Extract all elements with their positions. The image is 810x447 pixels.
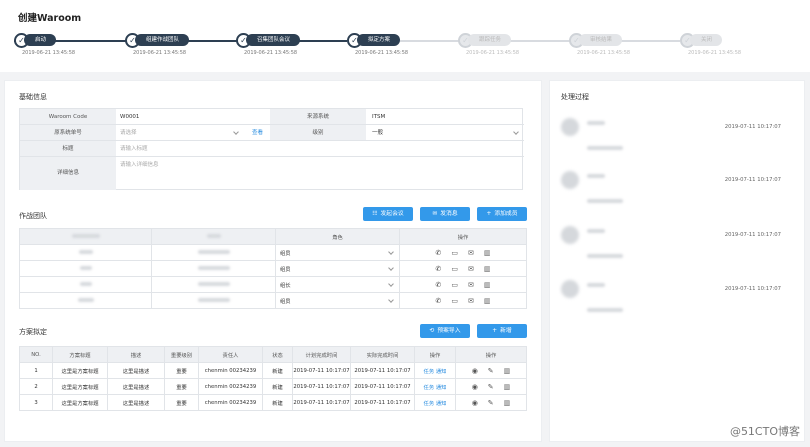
phone-icon[interactable]: ✆ — [436, 265, 442, 273]
edit-icon[interactable]: ✎ — [488, 399, 494, 407]
phone-icon[interactable]: ✆ — [436, 281, 442, 289]
notify-link[interactable]: 通知 — [436, 401, 447, 407]
task-link[interactable]: 任务 — [424, 401, 435, 407]
trash-icon[interactable]: ▥ — [484, 297, 491, 305]
detail-textarea[interactable]: 请输入详细信息 — [120, 157, 520, 190]
code-label: Waroom Code — [20, 109, 116, 124]
start-meeting-button[interactable]: ☷ 发起会议 — [363, 207, 413, 221]
chevron-down-icon — [233, 129, 239, 135]
step-7[interactable]: ✓ 关闭 2019-06-21 13:45:58 — [680, 33, 791, 63]
mail-icon[interactable]: ✉ — [468, 297, 474, 305]
plan-table: NO. 方案标题 描述 重要级别 责任人 状态 计划完成时间 实际完成时间 操作… — [19, 346, 527, 411]
table-row: 组员 ✆ ▭ ✉ ▥ — [19, 260, 527, 277]
trash-icon[interactable]: ▥ — [484, 281, 491, 289]
table-row: 组长 ✆ ▭ ✉ ▥ — [19, 276, 527, 293]
step-1[interactable]: ✓ 启动 2019-06-21 13:45:58 — [14, 33, 125, 63]
progress-steps: ✓ 启动 2019-06-21 13:45:58 ✓ 组建作战团队 2019-06-21… — [14, 33, 804, 63]
team-table: 角色 操作 组员 ✆ ▭ ✉ ▥ 组员 ✆ ▭ ✉ ▥ 组长 ✆ ▭ ✉ ▥ 组员 ✆ ▭ ✉ ▥ — [19, 228, 527, 309]
detail-label: 详细信息 — [20, 157, 116, 190]
new-plan-button[interactable]: + 新增 — [477, 324, 527, 338]
chevron-down-icon — [388, 249, 394, 255]
process-panel — [549, 80, 805, 442]
title-input[interactable]: 请输入标题 — [120, 141, 520, 156]
section-basic-info: 基础信息 — [19, 93, 47, 101]
edit-icon[interactable]: ✎ — [488, 383, 494, 391]
section-team: 作战团队 — [19, 212, 47, 220]
notify-link[interactable]: 通知 — [436, 369, 447, 375]
level-label: 级别 — [270, 125, 366, 140]
message-icon[interactable]: ▭ — [451, 265, 458, 273]
trash-icon[interactable]: ▥ — [504, 383, 511, 391]
basic-info-form: Waroom Code W0001 来源系统 ITSM 原系统单号 请选择 查看… — [19, 108, 524, 190]
message-icon[interactable]: ▭ — [451, 297, 458, 305]
avatar — [561, 118, 579, 136]
import-icon: ⟲ — [429, 328, 435, 334]
task-link[interactable]: 任务 — [424, 385, 435, 391]
role-select[interactable]: 组长 — [275, 276, 400, 293]
orig-no-label: 原系统单号 — [20, 125, 116, 140]
view-icon[interactable]: ◉ — [472, 399, 478, 407]
notify-link[interactable]: 通知 — [436, 385, 447, 391]
header: 创建Waroom ✓ 启动 2019-06-21 13:45:58 ✓ 组建作战团队 2… — [0, 0, 810, 72]
avatar — [561, 226, 579, 244]
trash-icon[interactable]: ▥ — [504, 367, 511, 375]
view-icon[interactable]: ◉ — [472, 383, 478, 391]
table-row: 3 这里是方案标题 这里是描述 重要 chenmin 00234239 新建 2019-07… — [19, 394, 527, 411]
step-4[interactable]: ✓ 拟定方案 2019-06-21 13:45:58 — [347, 33, 458, 63]
step-3[interactable]: ✓ 召集团队会议 2019-06-21 13:45:58 — [236, 33, 347, 63]
avatar — [561, 280, 579, 298]
table-row: 组员 ✆ ▭ ✉ ▥ — [19, 244, 527, 261]
users-icon: ☷ — [372, 211, 378, 217]
edit-icon[interactable]: ✎ — [488, 367, 494, 375]
role-select[interactable]: 组员 — [275, 260, 400, 277]
source-value: ITSM — [372, 114, 386, 120]
table-row: 组员 ✆ ▭ ✉ ▥ — [19, 292, 527, 309]
import-plan-button[interactable]: ⟲ 预案导入 — [420, 324, 470, 338]
task-link[interactable]: 任务 — [424, 369, 435, 375]
mail-icon[interactable]: ✉ — [468, 281, 474, 289]
table-row: 1 这里是方案标题 这里是描述 重要 chenmin 00234239 新建 2019-07… — [19, 362, 527, 379]
role-select[interactable]: 组员 — [275, 244, 400, 261]
trash-icon[interactable]: ▥ — [484, 249, 491, 257]
message-icon[interactable]: ▭ — [451, 249, 458, 257]
table-row: 2 这里是方案标题 这里是描述 重要 chenmin 00234239 新建 2019-07… — [19, 378, 527, 395]
step-6[interactable]: ✓ 审核结果 2019-06-21 13:45:58 — [569, 33, 680, 63]
chevron-down-icon — [388, 297, 394, 303]
avatar — [561, 171, 579, 189]
view-link[interactable]: 查看 — [252, 125, 263, 140]
step-5[interactable]: ✓ 跟踪任务 2019-06-21 13:45:58 — [458, 33, 569, 63]
send-message-button[interactable]: ✉ 发消息 — [420, 207, 470, 221]
page-title: 创建Waroom — [18, 13, 82, 24]
section-process: 处理过程 — [561, 93, 589, 101]
add-member-button[interactable]: + 添加成员 — [477, 207, 527, 221]
orig-no-select[interactable]: 请选择 — [120, 125, 242, 140]
plus-icon: + — [492, 328, 498, 334]
step-2[interactable]: ✓ 组建作战团队 2019-06-21 13:45:58 — [125, 33, 236, 63]
chevron-down-icon — [388, 281, 394, 287]
mail-icon[interactable]: ✉ — [468, 265, 474, 273]
chevron-down-icon — [513, 129, 519, 135]
plus-icon: + — [486, 211, 492, 217]
section-plan: 方案拟定 — [19, 328, 47, 336]
source-label: 来源系统 — [270, 109, 366, 124]
level-select[interactable]: 一般 — [372, 125, 522, 140]
chevron-down-icon — [388, 265, 394, 271]
trash-icon[interactable]: ▥ — [484, 265, 491, 273]
role-select[interactable]: 组员 — [275, 292, 400, 309]
mail-icon: ✉ — [432, 211, 438, 217]
watermark: @51CTO博客 — [729, 425, 800, 438]
code-value: W0001 — [120, 114, 140, 120]
view-icon[interactable]: ◉ — [472, 367, 478, 375]
phone-icon[interactable]: ✆ — [436, 249, 442, 257]
title-label: 标题 — [20, 141, 116, 156]
mail-icon[interactable]: ✉ — [468, 249, 474, 257]
phone-icon[interactable]: ✆ — [436, 297, 442, 305]
message-icon[interactable]: ▭ — [451, 281, 458, 289]
trash-icon[interactable]: ▥ — [504, 399, 511, 407]
